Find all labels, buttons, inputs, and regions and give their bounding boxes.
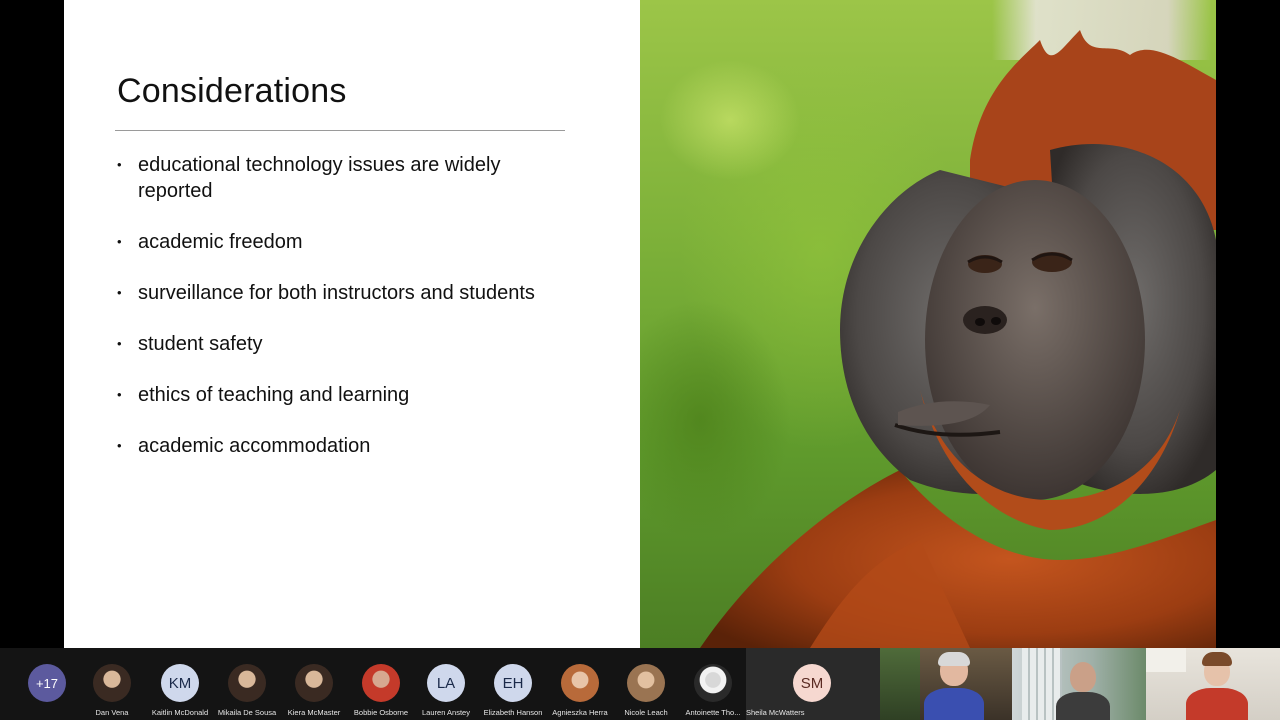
participant-tile[interactable]: Dan Vena [79,648,145,720]
person-body [1186,688,1248,720]
participant-name: Elizabeth Hanson [483,708,543,717]
active-speaker-tile[interactable]: SM Sheila McWatters [746,648,880,720]
participant-video-feed[interactable] [1146,648,1280,720]
participant-name: Dan Vena [95,708,129,717]
avatar [694,664,732,702]
avatar: KM [161,664,199,702]
bullet-item: academic freedom [117,229,547,255]
participant-gallery: +17 Dan Vena KM Kaitlin McDonald Mikaila… [0,648,1280,720]
bullet-item: ethics of teaching and learning [117,382,547,408]
participant-name: Antoinette Tho... [685,708,741,717]
participant-tile[interactable]: EH Elizabeth Hanson [480,648,546,720]
bullet-item: student safety [117,331,547,357]
plant-background [880,648,920,720]
participant-video-feed[interactable] [880,648,1012,720]
hair [1202,652,1232,666]
slide-title: Considerations [117,72,347,110]
orangutan-photo [640,0,1216,648]
participant-tile[interactable]: Bobbie Osborne [348,648,414,720]
avatar [362,664,400,702]
participant-name: Nicole Leach [624,708,668,717]
avatar [627,664,665,702]
avatar: SM [793,664,831,702]
participant-name: Lauren Anstey [422,708,470,717]
title-divider [115,130,565,131]
avatar: LA [427,664,465,702]
participant-tile[interactable]: Agnieszka Herra [547,648,613,720]
participant-tile[interactable]: LA Lauren Anstey [413,648,479,720]
avatar [561,664,599,702]
participant-tile[interactable]: Mikaila De Sousa [214,648,280,720]
ceiling-light [1146,648,1186,672]
participant-video-feed[interactable] [1012,648,1146,720]
participant-tile[interactable]: Antoinette Tho... [680,648,746,720]
participant-tile[interactable]: Kiera McMaster [281,648,347,720]
participant-name: Kaitlin McDonald [151,708,209,717]
avatar: EH [494,664,532,702]
orangutan-illustration [700,30,1216,648]
avatar [228,664,266,702]
avatar [93,664,131,702]
person-head [1070,662,1096,692]
participant-name: Sheila McWatters [746,708,805,717]
participant-name: Bobbie Osborne [353,708,409,717]
participant-name: Agnieszka Herra [552,708,608,717]
avatar [295,664,333,702]
overflow-count-badge: +17 [28,664,66,702]
hair [938,652,970,666]
participant-tile[interactable]: KM Kaitlin McDonald [147,648,213,720]
participant-tile[interactable]: Nicole Leach [613,648,679,720]
bullet-item: academic accommodation [117,433,547,459]
person-body [924,688,984,720]
bullet-item: surveillance for both instructors and st… [117,280,547,306]
bullet-list: educational technology issues are widely… [117,152,547,484]
person-body [1056,692,1110,720]
presentation-slide: Considerations educational technology is… [64,0,1216,648]
participant-name: Mikaila De Sousa [217,708,277,717]
participant-name: Kiera McMaster [287,708,341,717]
more-participants-button[interactable]: +17 [14,648,80,720]
bullet-item: educational technology issues are widely… [117,152,547,204]
